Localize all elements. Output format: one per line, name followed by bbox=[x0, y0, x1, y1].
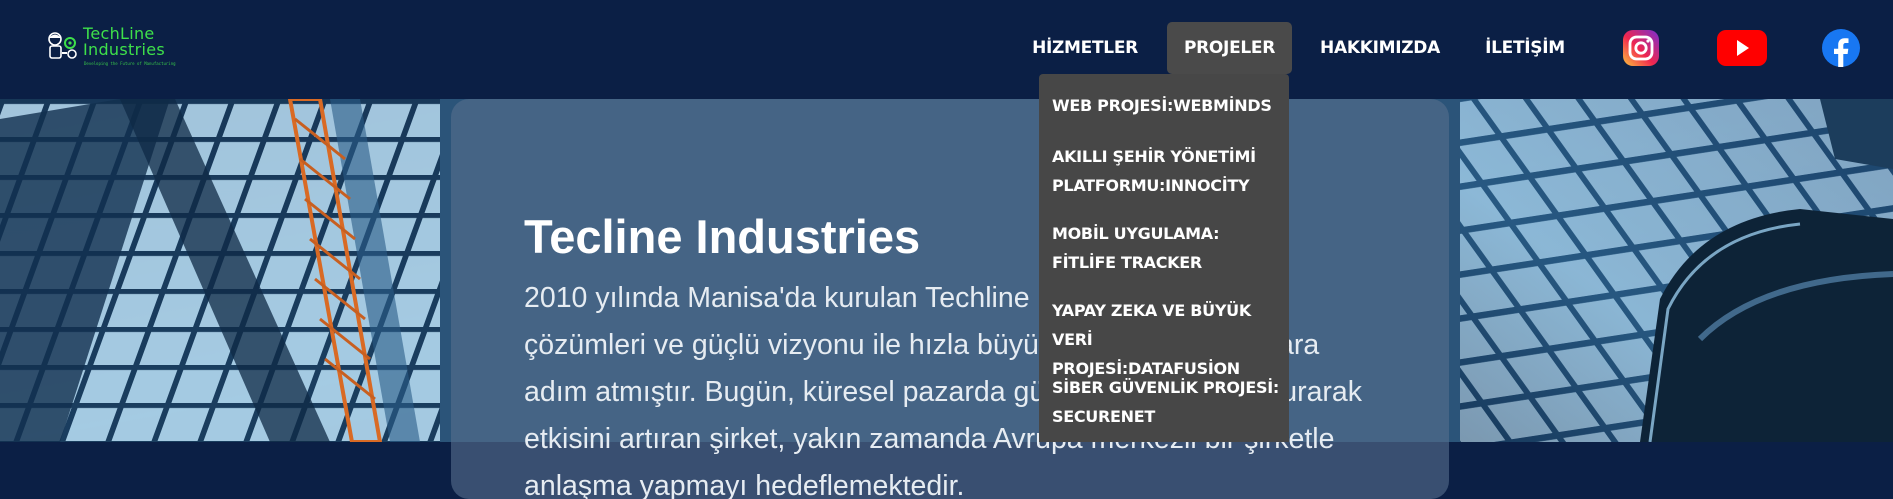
youtube-icon bbox=[1716, 28, 1768, 68]
facebook-icon bbox=[1821, 28, 1861, 68]
instagram-link[interactable] bbox=[1621, 28, 1661, 68]
dropdown-item-label: WEB PROJESİ:WEBMİNDS bbox=[1052, 96, 1272, 115]
dropdown-item-label: PLATFORMU:INNOCİTY bbox=[1052, 171, 1282, 200]
nav-link-iletisim[interactable]: İLETİŞİM bbox=[1475, 22, 1575, 74]
instagram-icon bbox=[1621, 28, 1661, 68]
brand-title-line2: Industries bbox=[83, 42, 165, 58]
dropdown-item-label: AKILLI ŞEHİR YÖNETİMİ bbox=[1052, 142, 1282, 171]
hero-title: Tecline Industries bbox=[524, 210, 920, 264]
dropdown-item-securenet[interactable]: SİBER GÜVENLİK PROJESİ: SECURENET bbox=[1052, 373, 1282, 431]
nav-link-projeler[interactable]: PROJELER bbox=[1167, 22, 1292, 74]
dropdown-item-label: YAPAY ZEKA VE BÜYÜK bbox=[1052, 296, 1282, 325]
youtube-link[interactable] bbox=[1716, 28, 1768, 68]
dropdown-item-label: SECURENET bbox=[1052, 402, 1282, 431]
facebook-link[interactable] bbox=[1821, 28, 1861, 68]
engineer-gear-icon bbox=[46, 30, 80, 62]
dropdown-item-datafusion[interactable]: YAPAY ZEKA VE BÜYÜK VERİ PROJESİ:DATAFUS… bbox=[1052, 296, 1282, 383]
dropdown-item-label: FİTLİFE TRACKER bbox=[1052, 248, 1282, 277]
dropdown-item-webminds[interactable]: WEB PROJESİ:WEBMİNDS bbox=[1052, 91, 1282, 120]
dropdown-item-label: MOBİL UYGULAMA: bbox=[1052, 219, 1282, 248]
dropdown-item-label: SİBER GÜVENLİK PROJESİ: bbox=[1052, 373, 1282, 402]
dropdown-item-innocity[interactable]: AKILLI ŞEHİR YÖNETİMİ PLATFORMU:INNOCİTY bbox=[1052, 142, 1282, 200]
nav-link-hakkimizda[interactable]: HAKKIMIZDA bbox=[1310, 22, 1450, 74]
nav-link-hizmetler[interactable]: HİZMETLER bbox=[1024, 22, 1146, 74]
projeler-dropdown-menu: WEB PROJESİ:WEBMİNDS AKILLI ŞEHİR YÖNETİ… bbox=[1039, 74, 1289, 442]
brand-logo[interactable]: TechLine Industries Developing the Futur… bbox=[46, 26, 206, 72]
brand-title: TechLine Industries bbox=[83, 26, 165, 58]
top-navbar: TechLine Industries Developing the Futur… bbox=[0, 0, 1893, 99]
hero-card: Tecline Industries 2010 yılında Manisa'd… bbox=[451, 99, 1449, 499]
dropdown-item-fitlife-tracker[interactable]: MOBİL UYGULAMA: FİTLİFE TRACKER bbox=[1052, 219, 1282, 277]
brand-tagline: Developing the Future of Manufacturing bbox=[84, 61, 176, 66]
